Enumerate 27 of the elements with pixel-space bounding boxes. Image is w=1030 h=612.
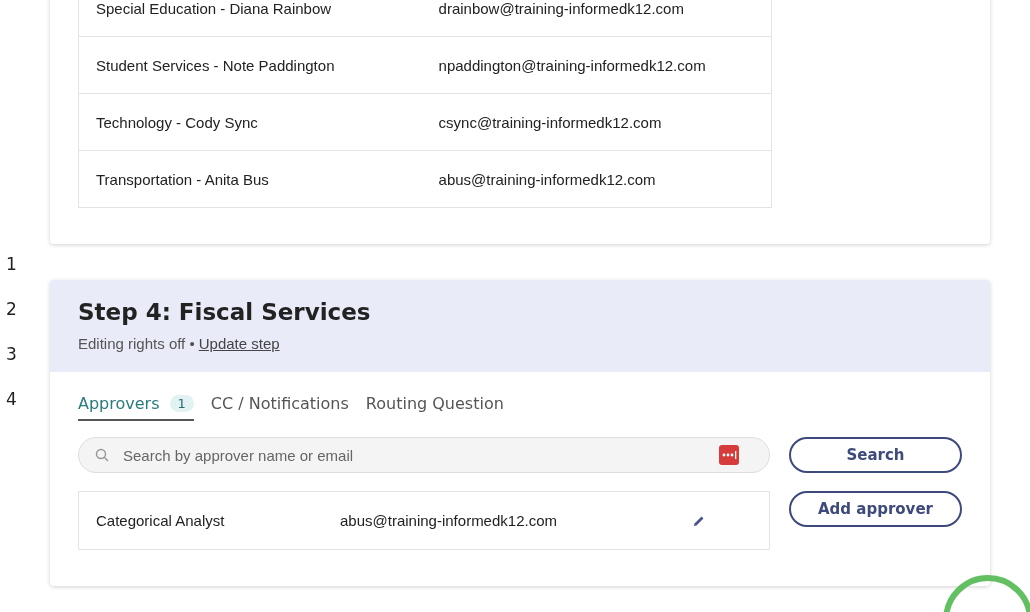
table-cell-text: drainbow@training-informedk12.com [437, 0, 685, 17]
table-cell-text: Transportation - Anita Bus [95, 170, 270, 188]
tab[interactable]: CC / Notifications [210, 394, 349, 421]
search-icon [95, 448, 109, 462]
add-approver-button[interactable]: Add approver [789, 491, 962, 527]
search-field[interactable]: Search by approver name or email [78, 437, 770, 473]
table-cell-text: npaddington@training-informedk12.com [437, 56, 707, 74]
search-button[interactable]: Search [789, 437, 962, 473]
step-nav-number[interactable]: 1 [0, 256, 50, 273]
pencil-icon[interactable] [693, 514, 705, 527]
table-cell-text: csync@training-informedk12.com [437, 113, 663, 131]
approver-role: Categorical Analyst [95, 512, 226, 529]
password-manager-icon[interactable] [719, 445, 739, 465]
step-nav-number[interactable]: 2 [0, 301, 50, 318]
tab[interactable]: Routing Question [365, 394, 504, 421]
count-badge: 1 [169, 395, 194, 412]
step-status: Editing rights off • [78, 335, 195, 352]
approver-email: abus@training-informedk12.com [339, 512, 558, 529]
step-nav-number[interactable]: 3 [0, 346, 50, 363]
update-step-link[interactable]: Update step [198, 335, 280, 352]
table-cell-text: Special Education - Diana Rainbow [95, 0, 333, 17]
table-cell-text: Technology - Cody Sync [95, 113, 259, 131]
table-cell-text: abus@training-informedk12.com [437, 170, 657, 188]
table-cell-text: Student Services - Note Paddington [95, 56, 336, 74]
tab[interactable]: Approvers 1 [78, 394, 194, 421]
step-nav-number[interactable]: 4 [0, 391, 50, 408]
step-title: Step 4: Fiscal Services [78, 299, 372, 325]
